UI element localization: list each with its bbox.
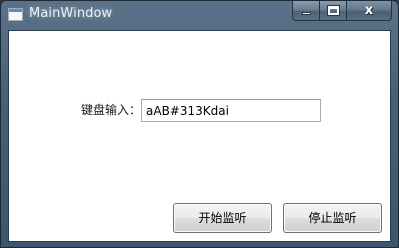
caption-buttons: x bbox=[292, 1, 392, 21]
start-listening-button[interactable]: 开始监听 bbox=[173, 203, 272, 233]
maximize-button[interactable] bbox=[319, 1, 346, 21]
client-area: 键盘输入： 开始监听 停止监听 bbox=[8, 30, 391, 242]
maximize-icon bbox=[327, 5, 340, 16]
close-icon: x bbox=[364, 3, 374, 18]
minimize-icon bbox=[302, 12, 311, 15]
close-button[interactable]: x bbox=[346, 1, 392, 21]
title-bar[interactable]: MainWindow x bbox=[1, 1, 398, 29]
keyboard-input-label: 键盘输入： bbox=[81, 103, 142, 117]
window-app-icon bbox=[8, 8, 23, 21]
window-title: MainWindow bbox=[29, 6, 113, 21]
main-window: MainWindow x 键盘输入： 开始监听 停止监听 bbox=[0, 0, 399, 248]
keyboard-input-field[interactable] bbox=[141, 99, 321, 122]
stop-listening-button[interactable]: 停止监听 bbox=[283, 203, 382, 233]
minimize-button[interactable] bbox=[292, 1, 319, 21]
